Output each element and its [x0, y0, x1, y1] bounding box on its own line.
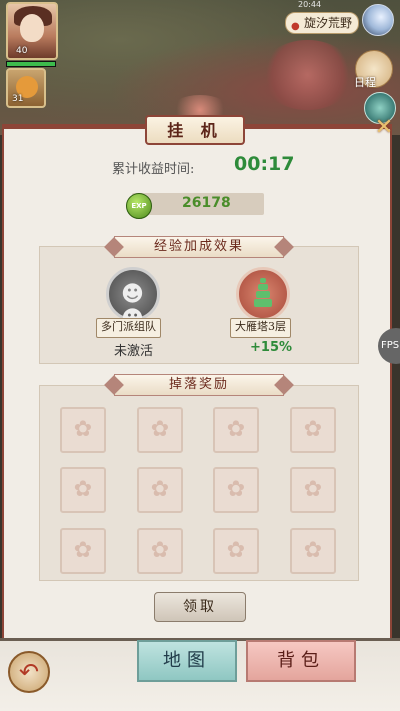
player-avatar[interactable]: 40 [6, 2, 58, 60]
claim-button[interactable]: 领取 [154, 592, 246, 622]
drop-slot[interactable] [137, 407, 183, 453]
bonus-section [39, 246, 359, 364]
pet-avatar[interactable]: 31 [6, 68, 46, 108]
moon-icon[interactable] [362, 4, 394, 36]
earn-time-label: 累计收益时间: [112, 162, 195, 177]
drop-slot[interactable] [213, 467, 259, 513]
drops-section-title: 掉落奖励 [114, 374, 284, 396]
exp-value: 26178 [182, 195, 231, 211]
bag-button[interactable]: 背包 [246, 640, 356, 682]
player-level: 40 [16, 46, 28, 56]
drop-slot[interactable] [290, 467, 336, 513]
team-bonus-icon[interactable]: ☻☻ [106, 267, 160, 332]
exp-icon: EXP [126, 193, 152, 219]
location-badge[interactable]: ● 旋汐荒野 [285, 12, 360, 34]
drop-slot[interactable] [60, 407, 106, 453]
drop-slot[interactable] [213, 407, 259, 453]
pet-level: 31 [12, 94, 24, 104]
drop-slot[interactable] [290, 528, 336, 574]
drop-slot[interactable] [60, 467, 106, 513]
pagoda-bonus-icon[interactable] [236, 267, 290, 321]
close-icon[interactable]: ✕ [372, 117, 396, 141]
drop-slot[interactable] [137, 528, 183, 574]
player-hp-fill [7, 62, 55, 66]
player-hp-bar [6, 61, 56, 67]
pagoda-bonus-status: +15% [250, 340, 293, 355]
drop-slot[interactable] [213, 528, 259, 574]
location-pin-icon: ● [291, 21, 300, 32]
pagoda-icon [253, 278, 273, 312]
pagoda-bonus-name: 大雁塔3层 [230, 318, 291, 338]
drop-slot[interactable] [290, 407, 336, 453]
drop-slot[interactable] [137, 467, 183, 513]
scene-decoration [260, 40, 355, 110]
team-bonus-status: 未激活 [114, 344, 154, 359]
panel-title: 挂 机 [145, 115, 245, 145]
clock: 20:44 [298, 0, 322, 9]
map-button[interactable]: 地图 [137, 640, 237, 682]
earn-time-value: 00:17 [234, 153, 295, 175]
location-name: 旋汐荒野 [304, 16, 353, 30]
team-bonus-name: 多门派组队 [96, 318, 161, 338]
back-icon[interactable]: ↶ [8, 651, 50, 693]
bonus-section-title: 经验加成效果 [114, 236, 284, 258]
drop-slot[interactable] [60, 528, 106, 574]
avatar-face [20, 14, 44, 42]
schedule-label: 日程 [354, 76, 376, 89]
